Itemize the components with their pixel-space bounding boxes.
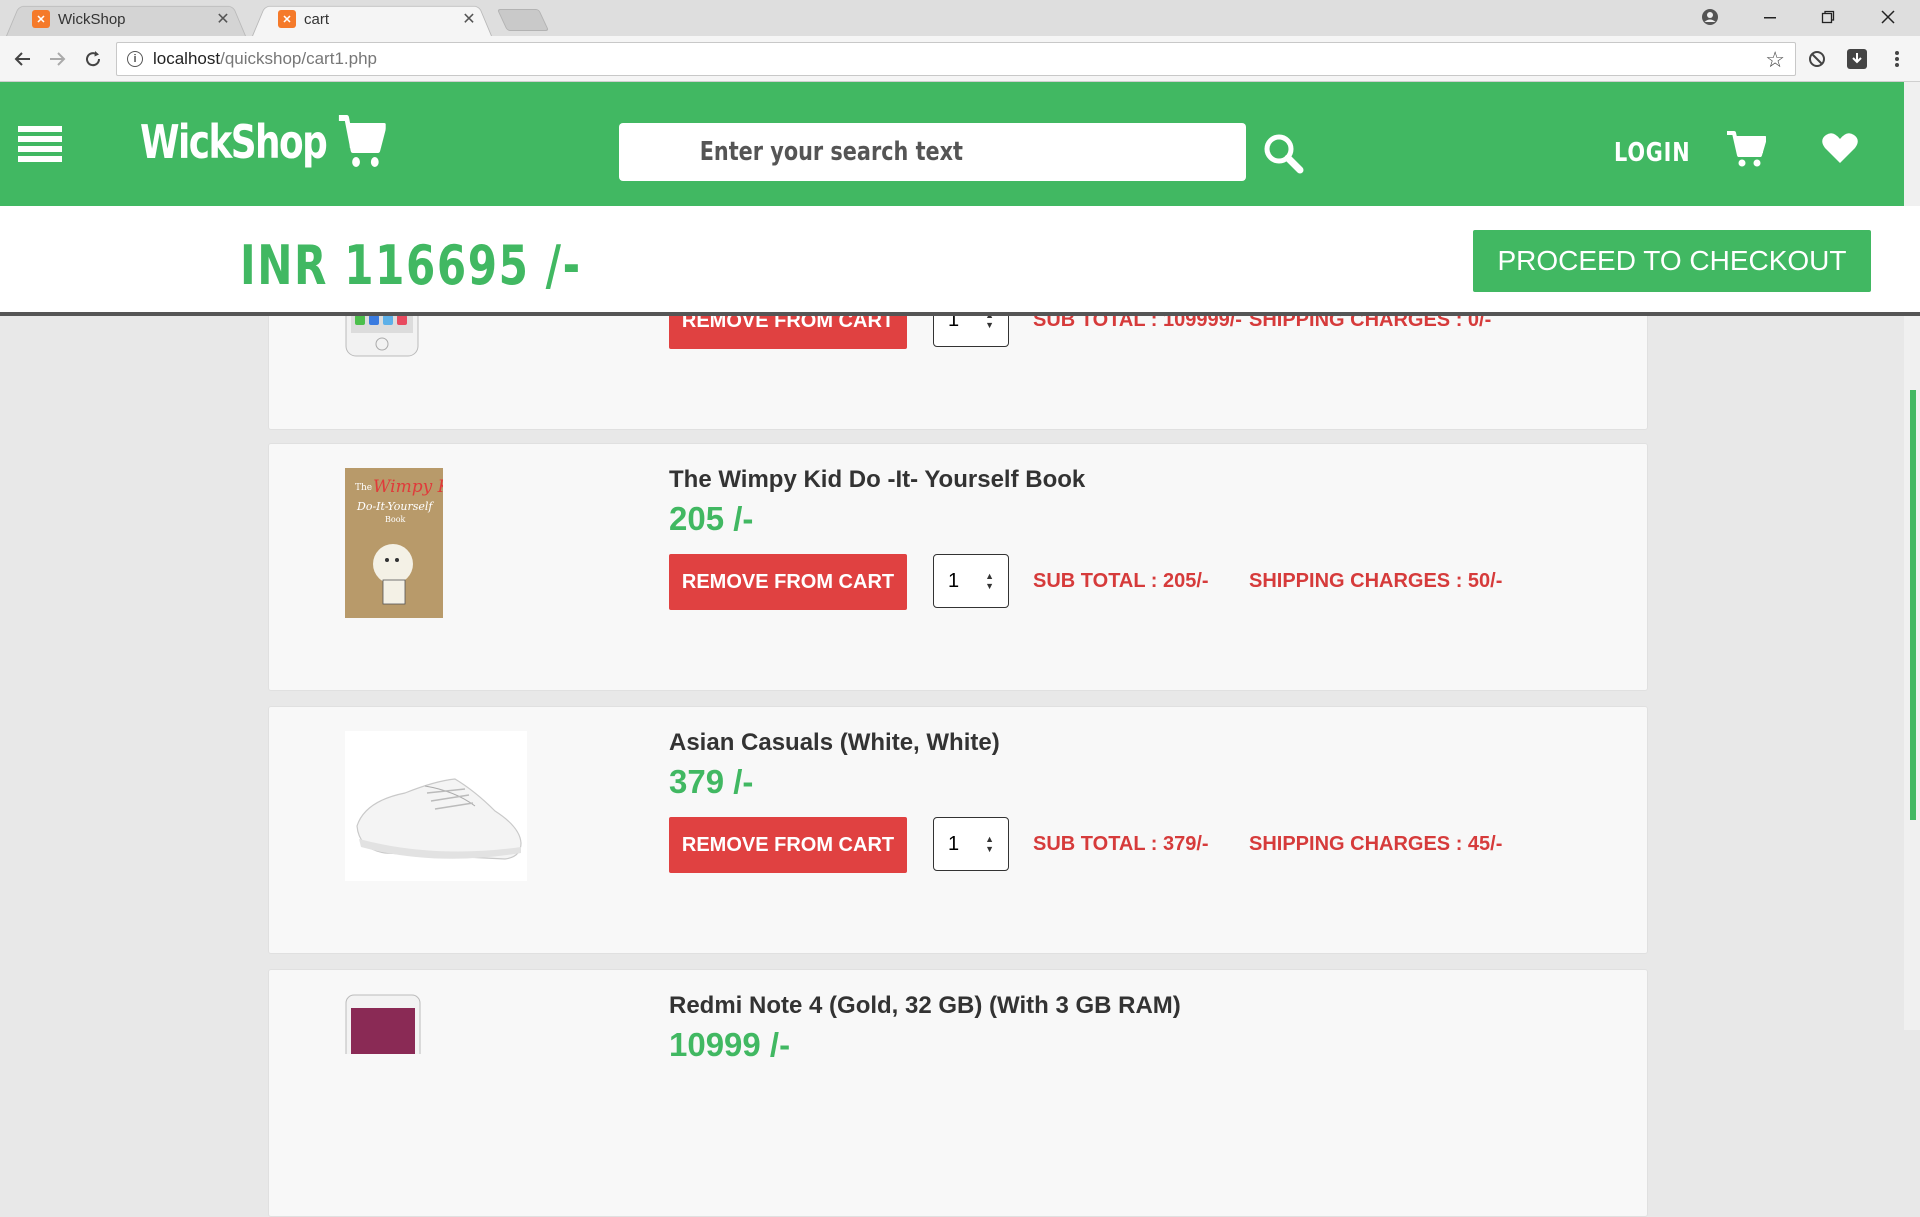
block-icon[interactable] [1806, 48, 1828, 70]
svg-text:Wimpy Kid: Wimpy Kid [373, 477, 443, 497]
tab-label: cart [304, 10, 330, 28]
browser-toolbar: i localhost/quickshop/cart1.php ☆ [0, 36, 1920, 82]
profile-icon[interactable] [1682, 0, 1738, 34]
white-shoe-image [345, 731, 527, 886]
url-text: localhost/quickshop/cart1.php [153, 49, 377, 69]
svg-text:The: The [355, 483, 372, 493]
subtotal-text: SUB TOTAL : 379/- [1033, 833, 1209, 855]
info-icon[interactable]: i [127, 51, 143, 67]
wishlist-heart-icon[interactable] [1822, 132, 1858, 164]
hamburger-menu-icon[interactable] [18, 126, 62, 162]
shipping-charges-text: SHIPPING CHARGES : 50/- [1249, 570, 1503, 592]
product-price: 379 /- [669, 763, 754, 800]
remove-from-cart-button[interactable]: REMOVE FROM CART [669, 554, 907, 610]
menu-dots-icon[interactable] [1886, 48, 1908, 70]
xampp-icon: ✕ [278, 10, 296, 28]
quantity-value: 1 [948, 832, 960, 855]
product-title[interactable]: The Wimpy Kid Do -It- Yourself Book [669, 466, 1085, 494]
url-host: localhost [153, 49, 221, 68]
login-link[interactable]: LOGIN [1614, 138, 1690, 168]
download-extension-icon[interactable] [1846, 48, 1868, 70]
site-header: WickShop LOGIN [0, 82, 1920, 206]
address-bar[interactable]: i localhost/quickshop/cart1.php ☆ [116, 42, 1796, 76]
cart-icon[interactable] [1726, 130, 1766, 168]
product-title[interactable]: Redmi Note 4 (Gold, 32 GB) (With 3 GB RA… [669, 992, 1181, 1020]
site-logo[interactable]: WickShop [140, 114, 386, 170]
logo-text: WickShop [140, 115, 328, 169]
quantity-value: 1 [948, 569, 960, 592]
cart-item: Asian Casuals (White, White) 379 /- REMO… [268, 706, 1648, 954]
checkout-bar: INR 116695 /- PROCEED TO CHECKOUT [0, 206, 1920, 316]
proceed-to-checkout-button[interactable]: PROCEED TO CHECKOUT [1473, 230, 1871, 292]
subtotal-text: SUB TOTAL : 205/- [1033, 570, 1209, 592]
search-icon[interactable] [1262, 132, 1306, 176]
shipping-charges-text: SHIPPING CHARGES : 45/- [1249, 833, 1503, 855]
search-input[interactable] [619, 123, 1246, 181]
remove-from-cart-button[interactable]: REMOVE FROM CART [669, 817, 907, 873]
cart-item: The Wimpy Kid Do-It-Yourself Book The Wi… [268, 443, 1648, 691]
xampp-icon: ✕ [32, 10, 50, 28]
new-tab-button[interactable] [496, 9, 550, 31]
minimize-icon[interactable] [1742, 0, 1798, 34]
book-cover-image: The Wimpy Kid Do-It-Yourself Book [345, 468, 467, 623]
close-icon[interactable]: ✕ [460, 9, 478, 29]
product-title[interactable]: Asian Casuals (White, White) [669, 729, 1000, 757]
svg-text:Book: Book [385, 515, 406, 524]
browser-tab-bar: ✕ WickShop ✕ ✕ cart ✕ [0, 0, 1920, 36]
tab-cart[interactable]: ✕ cart ✕ [252, 2, 492, 36]
quantity-stepper[interactable]: 1 ▲▼ [933, 554, 1009, 608]
redmi-phone-image [345, 994, 421, 1076]
product-price: 10999 /- [669, 1026, 791, 1063]
url-path: /quickshop/cart1.php [220, 49, 377, 68]
scrollbar-thumb[interactable] [1910, 390, 1916, 820]
quantity-stepper[interactable]: 1 ▲▼ [933, 817, 1009, 871]
bookmark-star-icon[interactable]: ☆ [1765, 47, 1785, 73]
tab-label: WickShop [58, 10, 126, 28]
close-window-icon[interactable] [1860, 0, 1916, 34]
cart-total-price: INR 116695 /- [240, 234, 582, 297]
spin-arrows-icon[interactable]: ▲▼ [985, 571, 994, 591]
close-icon[interactable]: ✕ [214, 9, 232, 29]
product-price: 205 /- [669, 500, 754, 537]
logo-cart-icon [338, 115, 386, 167]
tab-wickshop[interactable]: ✕ WickShop ✕ [6, 2, 246, 36]
restore-icon[interactable] [1800, 0, 1856, 34]
back-arrow-icon[interactable] [8, 44, 38, 74]
cart-item: Redmi Note 4 (Gold, 32 GB) (With 3 GB RA… [268, 969, 1648, 1217]
reload-icon[interactable] [78, 44, 108, 74]
spin-arrows-icon[interactable]: ▲▼ [985, 834, 994, 854]
svg-text:Do-It-Yourself: Do-It-Yourself [356, 500, 434, 513]
forward-arrow-icon[interactable] [42, 44, 72, 74]
